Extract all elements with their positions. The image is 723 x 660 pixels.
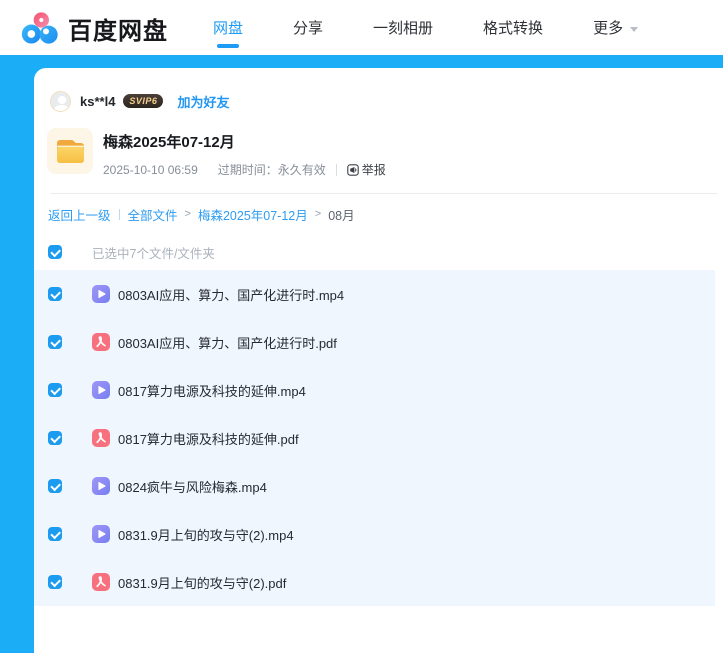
add-friend-button[interactable]: 加为好友 [177, 92, 229, 111]
file-type-icon [92, 381, 110, 399]
pdf-file-icon [92, 429, 110, 447]
meta-divider [335, 163, 337, 176]
breadcrumb-back-link[interactable]: 返回上一级 [48, 205, 111, 224]
share-content-card: ks**l4 SVIP6 加为好友 梅森2025年07-12月 2025-10-… [34, 68, 723, 660]
selection-summary-row: 已选中7个文件/文件夹 [48, 243, 215, 261]
file-type-icon [92, 285, 110, 303]
file-checkbox[interactable] [48, 335, 62, 349]
tab-label: 格式转换 [483, 20, 544, 37]
file-name: 0817算力电源及科技的延伸.mp4 [118, 383, 306, 399]
chevron-down-icon [630, 26, 639, 32]
tab-netdisk[interactable]: 网盘 [213, 0, 243, 55]
file-type-icon [92, 525, 110, 543]
file-name: 0831.9月上旬的攻与守(2).pdf [118, 575, 287, 591]
tab-label: 更多 [593, 20, 624, 37]
breadcrumb-caret: > [314, 208, 322, 220]
file-type-icon [92, 333, 110, 351]
file-checkbox[interactable] [48, 383, 62, 397]
avatar [50, 90, 71, 112]
tab-label: 一刻相册 [373, 20, 434, 37]
file-name: 0831.9月上旬的攻与守(2).mp4 [118, 527, 294, 543]
file-checkbox[interactable] [48, 287, 62, 301]
file-name: 0803AI应用、算力、国产化进行时.pdf [118, 335, 337, 351]
file-name: 0824疯牛与风险梅森.mp4 [118, 479, 267, 495]
brand-name: 百度网盘 [68, 17, 168, 45]
breadcrumb-item-current: 08月 [328, 208, 355, 223]
file-row[interactable]: 0817算力电源及科技的延伸.pdf [34, 414, 715, 462]
file-checkbox[interactable] [48, 527, 62, 541]
report-label: 举报 [361, 163, 386, 177]
pdf-file-icon [92, 333, 110, 351]
sharer-username: ks**l4 [80, 93, 116, 109]
breadcrumb-item-all-files[interactable]: 全部文件 [128, 205, 178, 224]
tab-photo-album[interactable]: 一刻相册 [373, 0, 433, 55]
file-list: 0803AI应用、算力、国产化进行时.mp4 0803AI应用、算力、国产化进行… [34, 270, 715, 606]
file-row[interactable]: 0817算力电源及科技的延伸.mp4 [34, 366, 715, 414]
folder-icon [47, 128, 93, 174]
video-file-icon [92, 525, 110, 543]
nav-tabs: 网盘 分享 一刻相册 格式转换 更多 [213, 0, 639, 55]
tab-share[interactable]: 分享 [293, 0, 323, 55]
video-file-icon [92, 477, 110, 495]
top-nav: 百度网盘 网盘 分享 一刻相册 格式转换 更多 [0, 0, 723, 55]
section-divider [50, 193, 717, 194]
tab-more[interactable]: 更多 [593, 0, 639, 55]
baidu-netdisk-logo-icon [21, 12, 58, 44]
pdf-file-icon [92, 573, 110, 591]
breadcrumb-item-folder[interactable]: 梅森2025年07-12月 [198, 205, 308, 224]
file-type-icon [92, 573, 110, 591]
file-row[interactable]: 0803AI应用、算力、国产化进行时.mp4 [34, 270, 715, 318]
svip-badge: SVIP6 [123, 94, 164, 108]
file-checkbox[interactable] [48, 431, 62, 445]
share-date: 2025-10-10 06:59 [103, 162, 198, 177]
brand[interactable]: 百度网盘 [20, 9, 168, 47]
breadcrumb: 返回上一级 全部文件 > 梅森2025年07-12月 > 08月 [48, 205, 355, 224]
file-row[interactable]: 0803AI应用、算力、国产化进行时.pdf [34, 318, 715, 366]
select-all-checkbox[interactable] [48, 245, 62, 259]
shared-folder-header: 梅森2025年07-12月 2025-10-10 06:59 过期时间：永久有效… [47, 128, 386, 178]
report-megaphone-icon [347, 163, 359, 176]
file-name: 0817算力电源及科技的延伸.pdf [118, 431, 299, 447]
expire-info: 过期时间：永久有效 [217, 163, 326, 177]
sharer-info-row: ks**l4 SVIP6 加为好友 [50, 90, 229, 112]
tab-label: 分享 [293, 20, 324, 37]
breadcrumb-pipe [118, 208, 120, 220]
file-name: 0803AI应用、算力、国产化进行时.mp4 [118, 287, 345, 303]
report-button[interactable]: 举报 [347, 161, 386, 178]
breadcrumb-caret: > [184, 208, 191, 220]
tab-label: 网盘 [213, 20, 244, 37]
file-checkbox[interactable] [48, 575, 62, 589]
selection-count-label: 已选中7个文件/文件夹 [92, 246, 215, 261]
video-file-icon [92, 381, 110, 399]
tab-format-convert[interactable]: 格式转换 [483, 0, 543, 55]
file-type-icon [92, 429, 110, 447]
active-tab-underline [217, 44, 239, 48]
file-checkbox[interactable] [48, 479, 62, 493]
file-row[interactable]: 0831.9月上旬的攻与守(2).pdf [34, 558, 715, 606]
shared-folder-name: 梅森2025年07-12月 [103, 134, 235, 151]
file-row[interactable]: 0824疯牛与风险梅森.mp4 [34, 462, 715, 510]
file-row[interactable]: 0831.9月上旬的攻与守(2).mp4 [34, 510, 715, 558]
shared-folder-meta: 2025-10-10 06:59 过期时间：永久有效 举报 [103, 161, 386, 178]
file-type-icon [92, 477, 110, 495]
video-file-icon [92, 285, 110, 303]
